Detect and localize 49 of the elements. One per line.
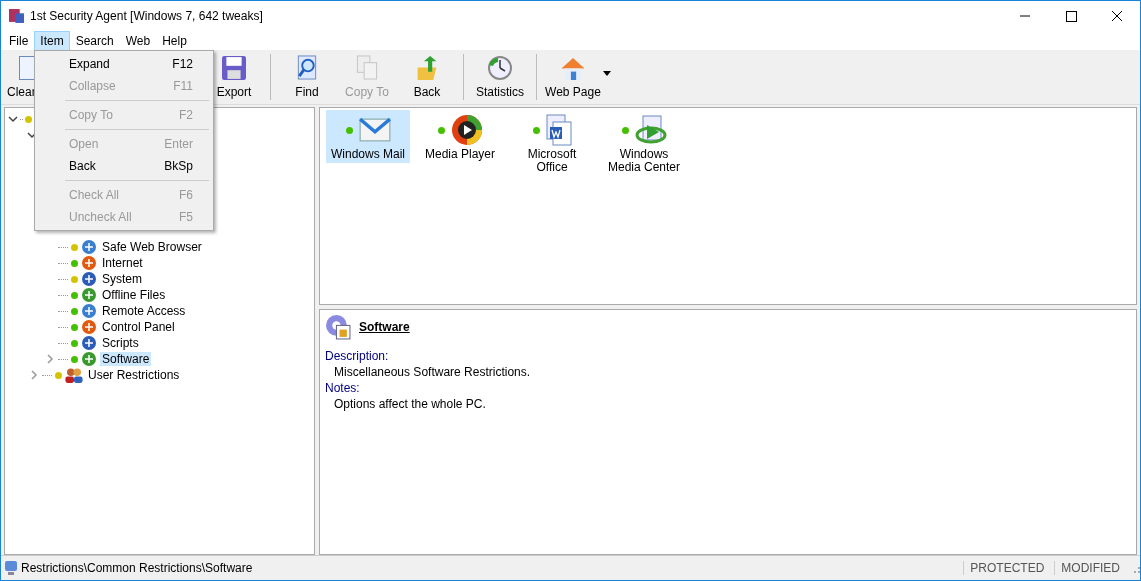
field-label: Description:: [325, 348, 390, 364]
toolbar-button[interactable]: Find: [277, 53, 337, 101]
status-panel: PROTECTED: [963, 561, 1051, 575]
menu-item[interactable]: Web: [119, 30, 157, 51]
toolbar-button[interactable]: Web Page: [543, 53, 603, 101]
menu-entry[interactable]: Back BkSp: [35, 155, 213, 177]
notes-text: Options affect the whole PC.: [333, 396, 487, 412]
magnifier-page-icon: [296, 55, 318, 80]
chevron-icon[interactable]: [8, 114, 18, 124]
clock-icon: [488, 56, 512, 80]
menu-item[interactable]: Search: [69, 30, 120, 51]
users-icon: [65, 367, 83, 383]
tree-item[interactable]: System: [100, 272, 144, 286]
gear-window-icon: [325, 314, 351, 340]
tree-item[interactable]: Software: [100, 352, 152, 366]
app-icon: [9, 9, 24, 23]
media-center-icon: [634, 115, 667, 145]
tree-item[interactable]: Remote Access: [100, 304, 188, 318]
tree-item[interactable]: Control Panel: [100, 320, 177, 334]
window-title: 1st Security Agent [Windows 7, 642 tweaks]: [30, 9, 264, 23]
field-label: Notes:: [325, 380, 361, 396]
tree-item[interactable]: User Restrictions: [86, 368, 182, 382]
program-tile[interactable]: Microsoft Office: [510, 110, 594, 176]
play-button-icon: [450, 114, 483, 146]
status-panel: MODIFIED: [1054, 561, 1126, 575]
tree-item[interactable]: Safe Web Browser: [100, 240, 204, 254]
computer-icon: [5, 561, 17, 575]
house-icon: [561, 58, 585, 80]
menu-entry[interactable]: Expand F12: [35, 53, 213, 75]
toolbar-button[interactable]: Back: [397, 53, 457, 101]
status-path: Restrictions\Common Restrictions\Software: [21, 561, 254, 575]
toolbar-button[interactable]: Statistics: [470, 53, 530, 101]
menu-item[interactable]: File: [3, 30, 35, 51]
tree-item[interactable]: Scripts: [100, 336, 141, 350]
dropdown-caret-icon[interactable]: [603, 70, 611, 76]
folder-arrow-icon: [416, 56, 438, 80]
copy-icon: [356, 55, 378, 80]
word-document-icon: [545, 114, 572, 146]
program-tile[interactable]: Windows Media Center: [602, 110, 686, 176]
menu-item[interactable]: Help: [156, 30, 193, 51]
description-text: Miscellaneous Software Restrictions.: [333, 364, 532, 380]
details-title: Software: [359, 320, 410, 334]
tree-item[interactable]: Internet: [100, 256, 145, 270]
program-tile[interactable]: Media Player: [418, 110, 502, 163]
envelope-icon: [358, 118, 391, 142]
chevron-icon[interactable]: [27, 130, 37, 140]
program-tile[interactable]: Windows Mail: [326, 110, 410, 163]
tree-item[interactable]: Offline Files: [100, 288, 168, 302]
menu-item[interactable]: Item: [34, 30, 70, 51]
